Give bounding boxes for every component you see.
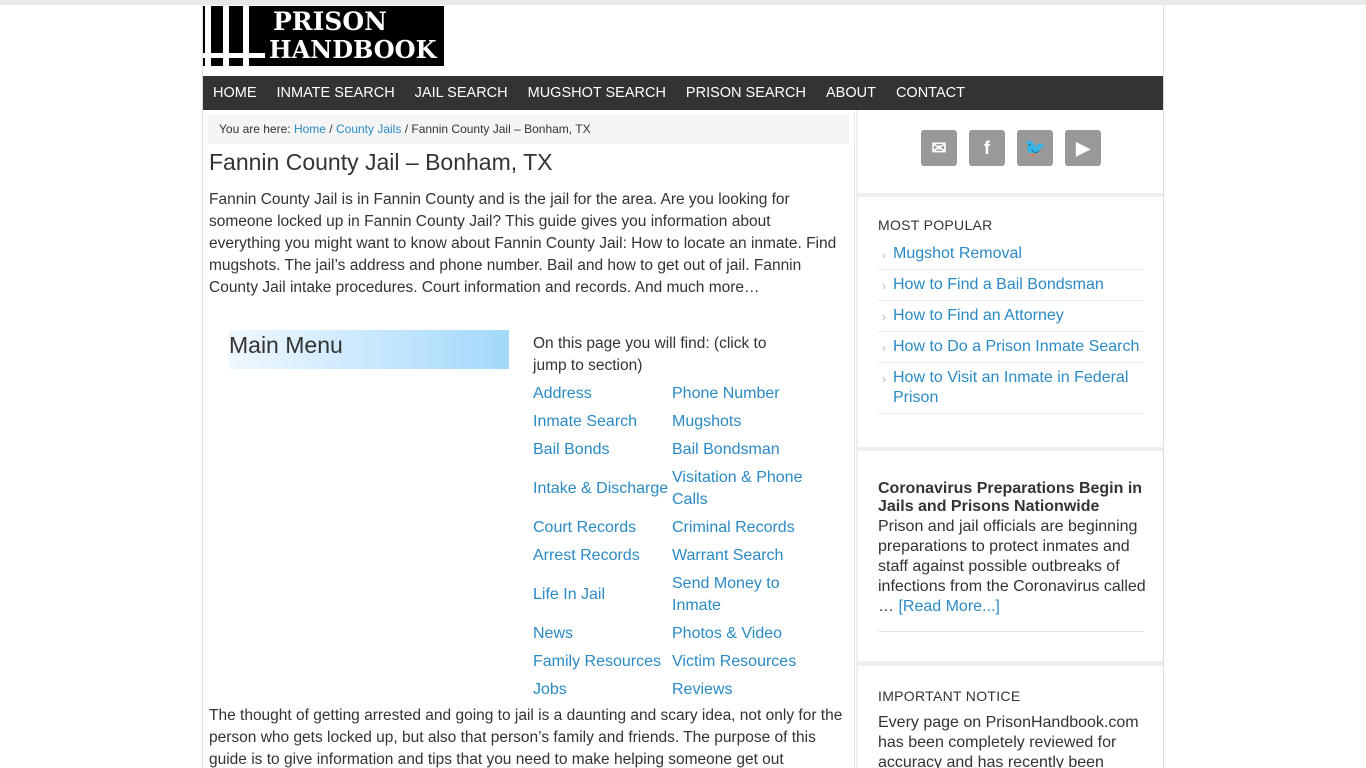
list-item: › How to Find an Attorney (878, 301, 1143, 332)
featured-post-widget: Coronavirus Preparations Begin in Jails … (858, 451, 1163, 661)
sidebar: ✉ f 🐦 ▶ MOST POPULAR › Mugshot Removal › How t… (856, 110, 1163, 768)
email-icon[interactable]: ✉ (921, 130, 957, 166)
toc-links: Address Phone Number Inmate Search Mugshots… (533, 383, 813, 701)
popular-link[interactable]: How to Visit an Inmate in Federal Prison (893, 369, 1128, 406)
nav-about[interactable]: ABOUT (816, 76, 886, 110)
site-logo[interactable]: PRISON HANDBOOK (203, 6, 444, 66)
toc-intro: On this page you will find: (click to ju… (533, 335, 767, 374)
toc-link-life-in-jail[interactable]: Life In Jail (533, 573, 672, 617)
breadcrumb-current: Fannin County Jail – Bonham, TX (411, 122, 591, 136)
chevron-right-icon: › (882, 279, 886, 293)
most-popular-widget: MOST POPULAR › Mugshot Removal › How to Fin… (858, 197, 1163, 447)
widget-title: MOST POPULAR (878, 217, 993, 233)
bar-crossbeam (203, 53, 265, 58)
chevron-right-icon: › (882, 341, 886, 355)
toc-link-reviews[interactable]: Reviews (672, 679, 812, 701)
toc-link-jobs[interactable]: Jobs (533, 679, 672, 701)
popular-link[interactable]: How to Find an Attorney (893, 307, 1064, 324)
breadcrumb-prefix: You are here: (219, 122, 294, 136)
social-icons: ✉ f 🐦 ▶ (921, 130, 1101, 166)
toc-link-intake-discharge[interactable]: Intake & Discharge (533, 467, 672, 511)
toc-link-bail-bondsman[interactable]: Bail Bondsman (672, 439, 812, 461)
news-title[interactable]: Coronavirus Preparations Begin in Jails … (878, 480, 1148, 516)
breadcrumb-separator: / (325, 122, 336, 136)
twitter-icon[interactable]: 🐦 (1017, 130, 1053, 166)
toc-link-visitation-phone-calls[interactable]: Visitation & Phone Calls (672, 467, 812, 511)
page-title: Fannin County Jail – Bonham, TX (209, 149, 553, 175)
logo-text: PRISON HANDBOOK (269, 8, 441, 64)
toc-link-phone-number[interactable]: Phone Number (672, 383, 812, 405)
toc-link-mugshots[interactable]: Mugshots (672, 411, 812, 433)
nav-inmate-search[interactable]: INMATE SEARCH (267, 76, 405, 110)
facebook-icon[interactable]: f (969, 130, 1005, 166)
nav-mugshot-search[interactable]: MUGSHOT SEARCH (518, 76, 676, 110)
important-notice-widget: IMPORTANT NOTICE Every page on PrisonHan… (858, 666, 1163, 768)
site-header: PRISON HANDBOOK (203, 5, 1163, 76)
toc-link-photos-video[interactable]: Photos & Video (672, 623, 812, 645)
site-container: PRISON HANDBOOK HOME INMATE SEARCH JAIL … (202, 5, 1164, 768)
toc-link-address[interactable]: Address (533, 383, 672, 405)
logo-line2: HANDBOOK (269, 35, 437, 64)
read-more-link[interactable]: [Read More...] (898, 598, 999, 615)
breadcrumb-separator: / (401, 122, 412, 136)
popular-link[interactable]: How to Find a Bail Bondsman (893, 276, 1104, 293)
toc-link-bail-bonds[interactable]: Bail Bonds (533, 439, 672, 461)
divider (878, 631, 1143, 632)
chevron-right-icon: › (882, 310, 886, 324)
logo-line1: PRISON (273, 7, 387, 36)
widget-title: IMPORTANT NOTICE (878, 688, 1021, 704)
chevron-right-icon: › (882, 248, 886, 262)
popular-list: › Mugshot Removal › How to Find a Bail Bond… (878, 239, 1143, 414)
table-of-contents: On this page you will find: (click to ju… (533, 333, 813, 701)
toc-link-inmate-search[interactable]: Inmate Search (533, 411, 672, 433)
toc-link-criminal-records[interactable]: Criminal Records (672, 517, 812, 539)
social-widget: ✉ f 🐦 ▶ (858, 110, 1163, 193)
toc-link-court-records[interactable]: Court Records (533, 517, 672, 539)
notice-text: Every page on PrisonHandbook.com has bee… (878, 714, 1139, 768)
toc-link-send-money-to-inmate[interactable]: Send Money to Inmate (672, 573, 812, 617)
main-menu-heading[interactable]: Main Menu (229, 330, 509, 369)
list-item: › Mugshot Removal (878, 239, 1143, 270)
breadcrumb-county-jails[interactable]: County Jails (336, 122, 401, 136)
popular-link[interactable]: Mugshot Removal (893, 245, 1022, 262)
toc-link-arrest-records[interactable]: Arrest Records (533, 545, 672, 567)
intro-paragraph: Fannin County Jail is in Fannin County a… (209, 191, 837, 296)
toc-link-warrant-search[interactable]: Warrant Search (672, 545, 812, 567)
breadcrumb-home[interactable]: Home (294, 122, 326, 136)
toc-link-family-resources[interactable]: Family Resources (533, 651, 672, 673)
chevron-right-icon: › (882, 372, 886, 386)
main-nav: HOME INMATE SEARCH JAIL SEARCH MUGSHOT S… (203, 76, 1163, 110)
toc-link-victim-resources[interactable]: Victim Resources (672, 651, 812, 673)
nav-contact[interactable]: CONTACT (886, 76, 975, 110)
toc-link-news[interactable]: News (533, 623, 672, 645)
youtube-icon[interactable]: ▶ (1065, 130, 1101, 166)
nav-home[interactable]: HOME (203, 76, 267, 110)
nav-prison-search[interactable]: PRISON SEARCH (676, 76, 816, 110)
popular-link[interactable]: How to Do a Prison Inmate Search (893, 338, 1139, 355)
list-item: › How to Do a Prison Inmate Search (878, 332, 1143, 363)
list-item: › How to Visit an Inmate in Federal Priso… (878, 363, 1143, 414)
nav-jail-search[interactable]: JAIL SEARCH (405, 76, 518, 110)
news-excerpt: Prison and jail officials are beginning … (878, 517, 1146, 617)
breadcrumb: You are here: Home / County Jails / Fann… (208, 115, 849, 144)
list-item: › How to Find a Bail Bondsman (878, 270, 1143, 301)
body-paragraph: The thought of getting arrested and goin… (209, 707, 843, 768)
main-content: You are here: Home / County Jails / Fann… (203, 110, 855, 768)
